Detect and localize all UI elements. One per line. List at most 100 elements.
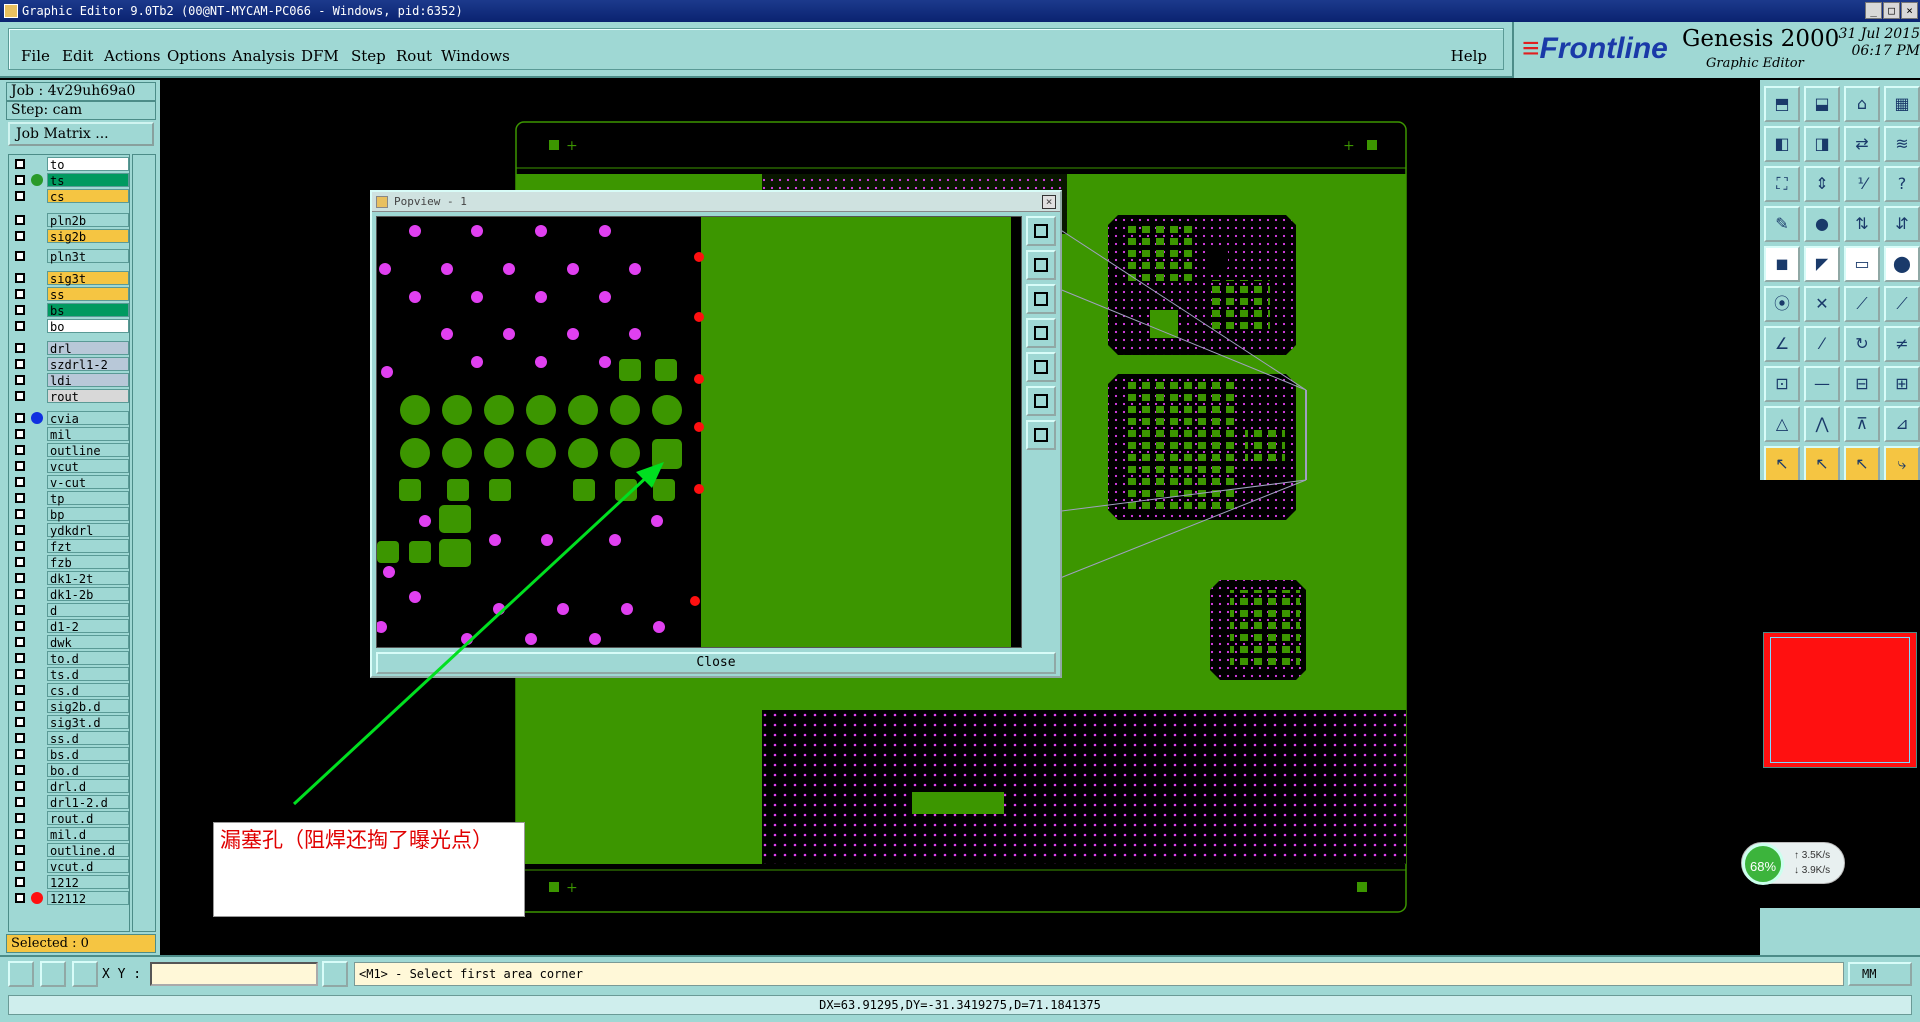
layer-row[interactable]: cs.d [11,683,129,698]
layer-row[interactable]: rout [11,389,129,404]
layer-row[interactable]: drl1-2.d [11,795,129,810]
layer-row[interactable]: sig3t.d [11,715,129,730]
layer-checkbox[interactable] [15,637,25,647]
layer-checkbox[interactable] [15,685,25,695]
layer-name[interactable]: ldi [47,373,129,388]
layer-row[interactable]: sig3t [11,271,129,286]
layer-row[interactable]: drl.d [11,779,129,794]
layer-name[interactable]: vcut.d [47,859,129,874]
layer-checkbox[interactable] [15,493,25,503]
layer-row[interactable]: fzt [11,539,129,554]
tool-button[interactable]: ⦿ [1764,286,1800,322]
tool-button[interactable]: ⊡ [1764,366,1800,402]
layer-name[interactable]: ss.d [47,731,129,746]
layer-checkbox[interactable] [15,191,25,201]
snap-mode-button[interactable] [8,961,34,987]
info-button[interactable] [322,961,348,987]
layer-name[interactable]: ydkdrl [47,523,129,538]
layer-checkbox[interactable] [15,877,25,887]
layer-name[interactable]: ts.d [47,667,129,682]
tool-button[interactable]: ⁄ [1804,326,1840,362]
layer-row[interactable]: ss.d [11,731,129,746]
layer-checkbox[interactable] [15,413,25,423]
tool-button[interactable]: ◨ [1804,126,1840,162]
layer-name[interactable]: rout [47,389,129,404]
layer-checkbox[interactable] [15,343,25,353]
layer-name[interactable]: outline [47,443,129,458]
layer-row[interactable]: ss [11,287,129,302]
menu-help[interactable]: Help [1451,47,1487,65]
layer-checkbox[interactable] [15,733,25,743]
layer-row[interactable]: bp [11,507,129,522]
layer-row[interactable]: cs [11,189,129,204]
layer-checkbox[interactable] [15,251,25,261]
layer-checkbox[interactable] [15,509,25,519]
layer-checkbox[interactable] [15,289,25,299]
tool-button[interactable]: ◤ [1804,246,1840,282]
layer-row[interactable]: to.d [11,651,129,666]
layer-name[interactable]: tp [47,491,129,506]
layer-name[interactable]: szdrl1-2 [47,357,129,372]
layer-row[interactable]: d1-2 [11,619,129,634]
layer-name[interactable]: dwk [47,635,129,650]
layer-name[interactable]: dk1-2b [47,587,129,602]
layer-name[interactable]: drl.d [47,779,129,794]
units-selector[interactable]: MM [1848,962,1912,986]
layer-checkbox[interactable] [15,813,25,823]
layer-row[interactable]: v-cut [11,475,129,490]
layer-checkbox[interactable] [15,391,25,401]
layer-checkbox[interactable] [15,215,25,225]
layer-row[interactable]: pln2b [11,213,129,228]
menu-options[interactable]: Options [167,47,226,65]
layer-name[interactable]: d [47,603,129,618]
layer-row[interactable]: sig2b [11,229,129,244]
popview-zoom-out-button[interactable] [1026,386,1056,416]
tool-button[interactable]: ● [1804,206,1840,242]
tool-button[interactable]: ⇄ [1844,126,1880,162]
tool-button[interactable]: ⊿ [1884,406,1920,442]
layer-row[interactable]: rout.d [11,811,129,826]
layer-checkbox[interactable] [15,653,25,663]
layer-name[interactable]: sig2b [47,229,129,244]
popview-zoom-button[interactable] [1026,216,1056,246]
popview-pan-right-button[interactable] [1026,352,1056,382]
layer-name[interactable]: v-cut [47,475,129,490]
tool-button[interactable]: ⬒ [1764,86,1800,122]
layer-checkbox[interactable] [15,175,25,185]
layer-name[interactable]: bo [47,319,129,334]
layer-name[interactable]: cs.d [47,683,129,698]
popview-pan-down-button[interactable] [1026,284,1056,314]
menu-actions[interactable]: Actions [104,47,160,65]
layer-row[interactable]: outline [11,443,129,458]
layer-name[interactable]: sig3t.d [47,715,129,730]
tool-button[interactable]: ⇵ [1884,206,1920,242]
layer-row[interactable]: sig2b.d [11,699,129,714]
tool-button[interactable]: ⋀ [1804,406,1840,442]
tool-button[interactable]: ⊞ [1884,366,1920,402]
layer-checkbox[interactable] [15,461,25,471]
close-window-button[interactable]: × [1901,2,1918,19]
layer-row[interactable]: dk1-2b [11,587,129,602]
layer-checkbox[interactable] [15,557,25,567]
menu-windows[interactable]: Windows [441,47,510,65]
tool-button[interactable]: ↖ [1764,446,1800,482]
layer-name[interactable]: dk1-2t [47,571,129,586]
tool-button[interactable]: ⊼ [1844,406,1880,442]
layer-name[interactable]: d1-2 [47,619,129,634]
popview-pan-up-button[interactable] [1026,250,1056,280]
popview-pan-left-button[interactable] [1026,318,1056,348]
popview-close-icon[interactable]: × [1042,195,1056,209]
menu-edit[interactable]: Edit [62,47,93,65]
tool-button[interactable]: ◧ [1764,126,1800,162]
layer-name[interactable]: cs [47,189,129,204]
tool-button[interactable]: ▦ [1884,86,1920,122]
layer-checkbox[interactable] [15,273,25,283]
layer-name[interactable]: mil [47,427,129,442]
menu-dfm[interactable]: DFM [301,47,339,65]
layer-row[interactable]: pln3t [11,249,129,264]
layer-checkbox[interactable] [15,605,25,615]
layer-name[interactable]: ts [47,173,129,188]
tool-button[interactable]: ⇅ [1844,206,1880,242]
layer-row[interactable]: fzb [11,555,129,570]
layer-row[interactable]: mil [11,427,129,442]
